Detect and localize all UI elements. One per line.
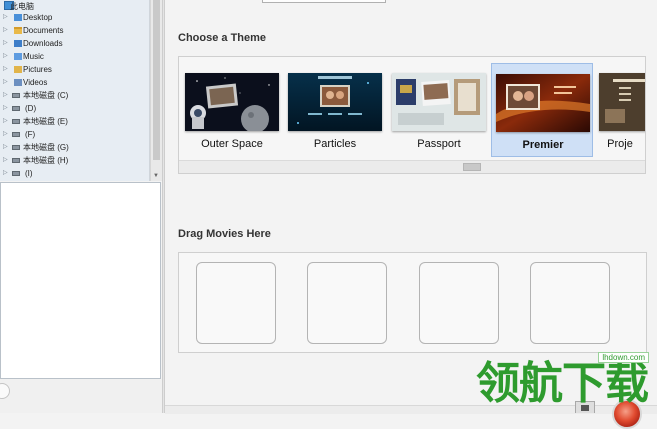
pictures-folder-icon (14, 66, 22, 73)
tree-item-pictures[interactable]: ▷ Pictures (0, 63, 149, 76)
site-watermark: 领航下载 lhdown.com (472, 352, 657, 410)
movie-slot[interactable] (196, 262, 276, 344)
expand-arrow-icon[interactable]: ▷ (3, 141, 9, 154)
drive-icon (12, 93, 20, 98)
drive-icon (12, 145, 20, 150)
theme-thumbnail-passport (392, 73, 486, 131)
tree-item-music[interactable]: ▷ Music (0, 50, 149, 63)
desktop-folder-icon (14, 14, 22, 21)
drive-icon (12, 132, 20, 137)
theme-card-outer-space[interactable]: Outer Space (181, 63, 283, 157)
watermark-url: lhdown.com (598, 352, 649, 363)
theme-name: Proje (607, 138, 633, 150)
folder-tree: 此电脑 ▷ Desktop ▷ Documents ▷ Downloads ▷ … (0, 0, 150, 181)
expand-arrow-icon[interactable]: ▷ (3, 102, 9, 115)
movie-slot[interactable] (307, 262, 387, 344)
expand-arrow-icon[interactable]: ▷ (3, 76, 9, 89)
tree-item-drive-e[interactable]: ▷ 本地磁盘 (E) (0, 115, 149, 128)
expand-arrow-icon[interactable]: ▷ (3, 128, 9, 141)
tree-item-drive-c[interactable]: ▷ 本地磁盘 (C) (0, 89, 149, 102)
choose-theme-title: Choose a Theme (178, 32, 267, 44)
expand-arrow-icon[interactable]: ▷ (3, 154, 9, 167)
expand-arrow-icon[interactable]: ▷ (3, 115, 9, 128)
expand-arrow-icon[interactable]: ▷ (3, 63, 9, 76)
documents-folder-icon (14, 27, 22, 34)
movie-slot[interactable] (419, 262, 499, 344)
theme-card-passport[interactable]: Passport (388, 63, 490, 157)
expand-arrow-icon[interactable]: ▷ (3, 167, 9, 180)
tree-item-desktop[interactable]: ▷ Desktop (0, 11, 149, 24)
drive-icon (12, 158, 20, 163)
tree-item-videos[interactable]: ▷ Videos (0, 76, 149, 89)
music-folder-icon (14, 53, 22, 60)
expand-arrow-icon[interactable]: ▷ (3, 89, 9, 102)
theme-thumbnail-particles (288, 73, 382, 131)
videos-folder-icon (14, 79, 22, 86)
left-bottom-bar (0, 379, 164, 413)
theme-scrollbar-thumb[interactable] (463, 163, 481, 171)
scroll-down-arrow-icon[interactable]: ▼ (153, 173, 159, 179)
watermark-logo-text: 领航下载 (476, 358, 649, 409)
theme-name: Passport (417, 138, 461, 150)
drive-icon (12, 119, 20, 124)
expand-arrow-icon[interactable]: ▷ (3, 11, 9, 24)
tree-item-documents[interactable]: ▷ Documents (0, 24, 149, 37)
tree-scrollbar[interactable]: ▼ (150, 0, 162, 181)
top-panel-edge (262, 0, 386, 3)
file-list-pane[interactable] (0, 182, 161, 379)
drive-icon (12, 106, 20, 111)
expand-arrow-icon[interactable]: ▷ (3, 37, 9, 50)
drag-movies-title: Drag Movies Here (178, 228, 271, 240)
theme-gallery: Outer Space Particles Passport Premier P… (178, 56, 646, 174)
tree-item-drive-g[interactable]: ▷ 本地磁盘 (G) (0, 141, 149, 154)
tree-item-drive-h[interactable]: ▷ 本地磁盘 (H) (0, 154, 149, 167)
tree-scrollbar-thumb[interactable] (153, 0, 160, 160)
expand-arrow-icon[interactable]: ▷ (3, 24, 9, 37)
tree-item-drive-d[interactable]: ▷ (D) (0, 102, 149, 115)
theme-thumbnail-projector (599, 73, 645, 131)
theme-name: Outer Space (201, 138, 263, 150)
movie-drop-area[interactable] (178, 252, 647, 353)
drive-icon (12, 171, 20, 176)
theme-thumbnail-premier (496, 74, 590, 132)
theme-card-particles[interactable]: Particles (284, 63, 386, 157)
theme-gallery-scrollbar[interactable] (179, 160, 645, 173)
theme-thumbnail-outer-space (185, 73, 279, 131)
add-circle-button[interactable] (0, 383, 10, 399)
tree-item-drive-f[interactable]: ▷ (F) (0, 128, 149, 141)
pane-splitter[interactable] (162, 0, 165, 413)
downloads-folder-icon (14, 40, 22, 47)
theme-name: Particles (313, 138, 357, 150)
tree-item-drive-i[interactable]: ▷ (I) (0, 167, 149, 180)
tree-item-downloads[interactable]: ▷ Downloads (0, 37, 149, 50)
expand-arrow-icon[interactable]: ▷ (3, 50, 9, 63)
theme-card-projector[interactable]: Proje (595, 63, 645, 157)
movie-slot[interactable] (530, 262, 610, 344)
